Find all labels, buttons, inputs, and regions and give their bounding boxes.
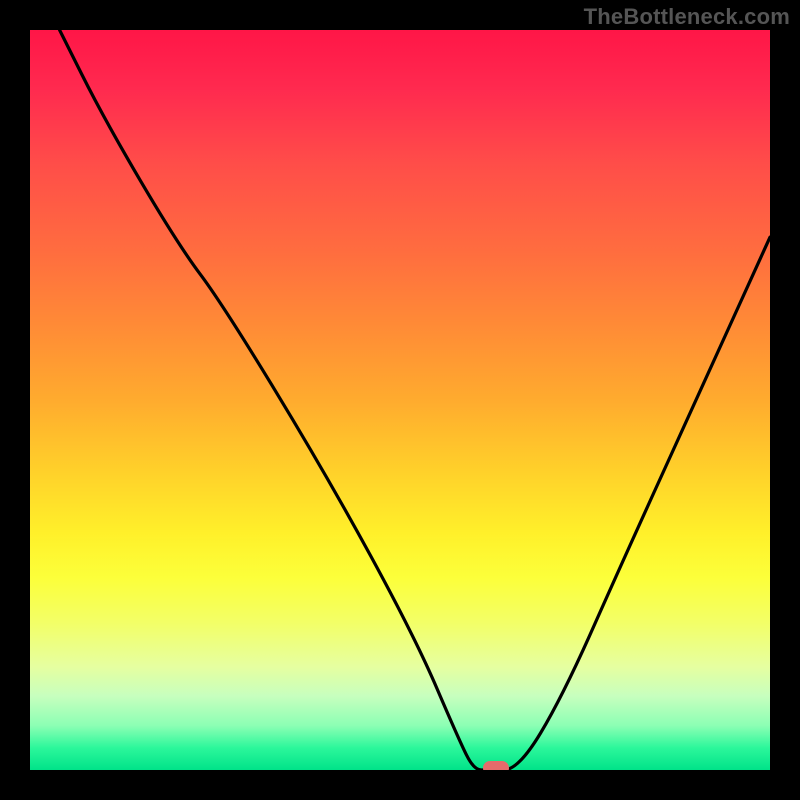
bottleneck-curve [30,30,770,770]
chart-frame: TheBottleneck.com [0,0,800,800]
min-point-marker [483,761,509,770]
watermark-text: TheBottleneck.com [584,4,790,30]
plot-area [30,30,770,770]
